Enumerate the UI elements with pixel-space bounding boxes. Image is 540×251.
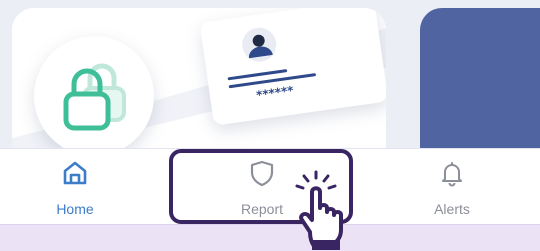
- lock-icon: [63, 63, 126, 131]
- nav-label-alerts: Alerts: [434, 201, 470, 217]
- home-icon: [63, 161, 87, 185]
- nav-item-home[interactable]: Home: [0, 149, 165, 225]
- blue-promo-card[interactable]: [420, 8, 540, 148]
- nav-label-home: Home: [56, 201, 94, 217]
- bottom-band: [0, 224, 540, 251]
- lock-illustration: [34, 36, 154, 148]
- svg-text:******: ******: [255, 83, 295, 102]
- security-promo-card[interactable]: ******: [12, 8, 386, 148]
- content-area: ******: [0, 0, 540, 148]
- tap-hand-icon: [295, 170, 343, 250]
- bell-icon: [442, 162, 462, 187]
- nav-item-alerts[interactable]: Alerts: [362, 149, 540, 225]
